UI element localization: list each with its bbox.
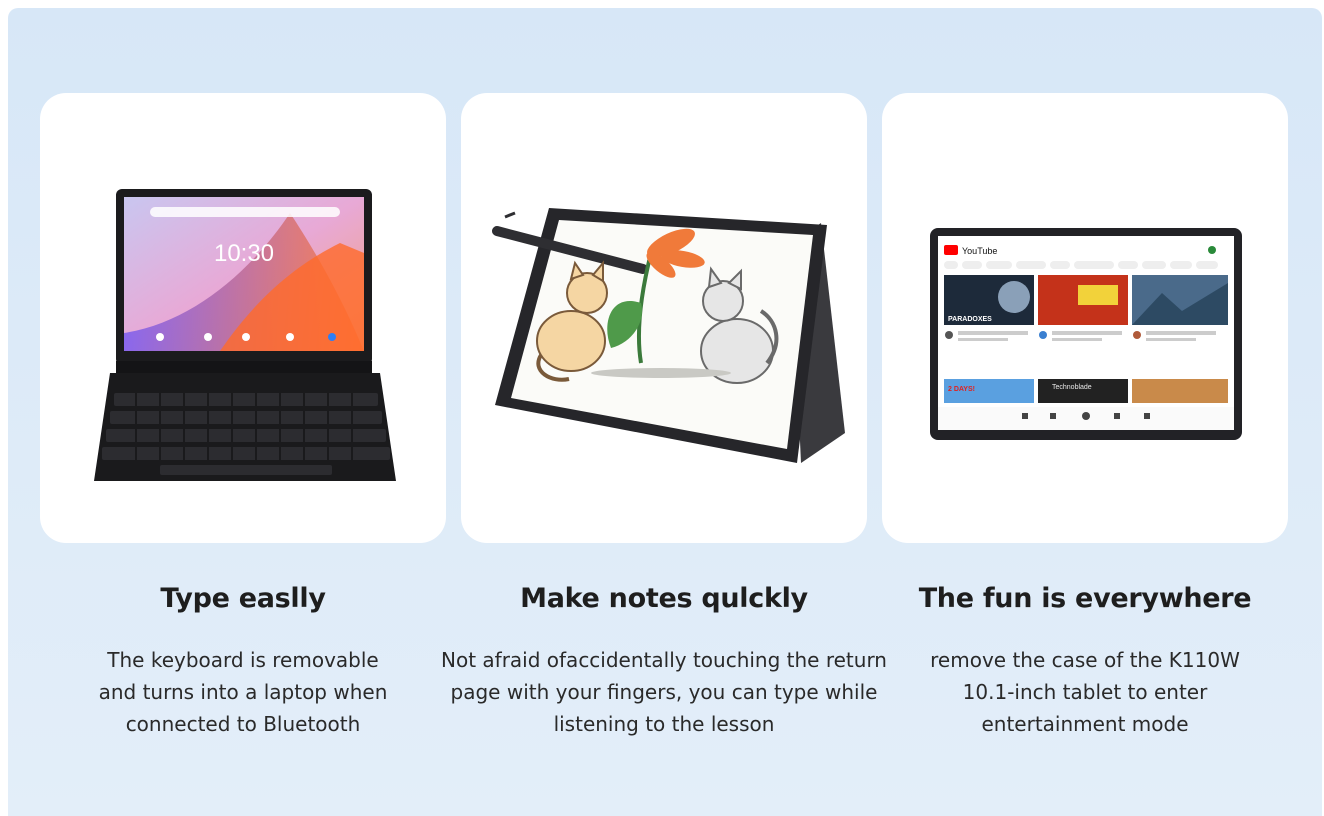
- feature-title-keyboard: Type easlly: [160, 583, 326, 614]
- screen-clock: 10:30: [214, 240, 274, 267]
- description-line: entertainment mode: [981, 712, 1189, 736]
- description-line: Not afraid ofaccidentally touching the r…: [441, 648, 887, 672]
- stylus-tablet-illustration: [492, 208, 845, 463]
- description-line: remove the case of the K110W: [930, 648, 1240, 672]
- feature-description-keyboard: The keyboard is removable and turns into…: [13, 644, 473, 740]
- app-logo-icon: [944, 245, 958, 255]
- description-line: The keyboard is removable: [107, 648, 379, 672]
- feature-banner: 10:30 YouTube PARADOXES 2 DAYS! Technobl…: [8, 8, 1322, 816]
- feature-title-notes: Make notes qulckly: [520, 583, 808, 614]
- description-line: page with your fingers, you can type whi…: [450, 680, 878, 704]
- feature-card-keyboard: 10:30: [40, 93, 446, 543]
- thumbnail-caption: 2 DAYS!: [948, 386, 975, 393]
- thumbnail-caption: PARADOXES: [948, 316, 992, 323]
- description-line: listening to the lesson: [553, 712, 775, 736]
- feature-title-entertainment: The fun is everywhere: [918, 583, 1252, 614]
- app-name: YouTube: [962, 246, 997, 256]
- feature-description-notes: Not afraid ofaccidentally touching the r…: [434, 644, 894, 740]
- description-line: and turns into a laptop when: [98, 680, 388, 704]
- video-tablet-illustration: YouTube PARADOXES 2 DAYS! Technoblade: [930, 228, 1242, 440]
- feature-card-notes: [461, 93, 867, 543]
- keyboard-tablet-illustration: 10:30: [94, 189, 396, 481]
- feature-description-entertainment: remove the case of the K110W 10.1-inch t…: [855, 644, 1315, 740]
- description-line: 10.1-inch tablet to enter: [962, 680, 1208, 704]
- description-line: connected to Bluetooth: [125, 712, 361, 736]
- thumbnail-caption: Technoblade: [1052, 384, 1092, 391]
- feature-card-entertainment: YouTube PARADOXES 2 DAYS! Technoblade: [882, 93, 1288, 543]
